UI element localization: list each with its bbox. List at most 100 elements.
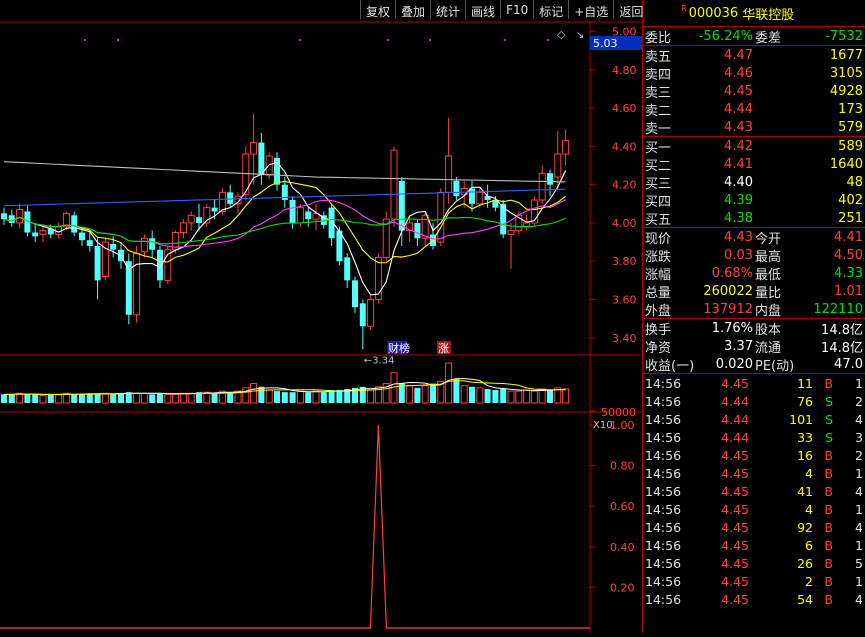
- tick-row[interactable]: 14:56 4.45 92 B 4: [643, 518, 865, 536]
- tick-time: 14:56: [645, 393, 682, 409]
- sell-price: 4.44: [724, 101, 753, 117]
- stat-row: 涨跌 0.03 最高 4.50: [643, 246, 865, 265]
- tick-row[interactable]: 14:56 4.45 11 B 1: [643, 374, 865, 392]
- candle-body: [305, 211, 312, 220]
- candle-body: [16, 209, 24, 224]
- tick-side: B: [824, 501, 833, 517]
- volume-bar: [172, 393, 180, 404]
- candle-body: [32, 232, 39, 237]
- toolbar-button-4[interactable]: F10: [500, 0, 533, 19]
- tick-row[interactable]: 14:56 4.45 41 B 4: [643, 482, 865, 500]
- candle-body: [507, 230, 515, 235]
- sell-volume: 4928: [829, 83, 863, 99]
- fundamental-row: 收益(一) 0.020 PE(动) 47.0: [643, 355, 865, 374]
- tick-volume: 4: [805, 465, 813, 481]
- stat-label: 现价: [645, 231, 672, 247]
- volume-bar: [281, 392, 288, 403]
- marker-dot: [504, 39, 506, 41]
- arrow-icon: ↘: [576, 30, 584, 41]
- toolbar-button-2[interactable]: 统计: [430, 0, 465, 19]
- toolbar-button-6[interactable]: +自选: [568, 0, 613, 19]
- volume-bar: [164, 393, 172, 404]
- y-axis-label: 4.00: [612, 217, 637, 230]
- low-price-label: ←3.34: [364, 355, 395, 366]
- tick-side: B: [824, 573, 833, 589]
- tick-row[interactable]: 14:56 4.45 4 B 1: [643, 500, 865, 518]
- candle-body: [538, 172, 546, 201]
- tick-price: 4.44: [721, 411, 749, 427]
- stat-value-2: 1.01: [834, 283, 863, 299]
- volume-bar: [289, 392, 296, 403]
- volume-bar: [367, 389, 375, 404]
- indicator-y-label: 0.80: [610, 460, 635, 473]
- tick-row[interactable]: 14:56 4.45 26 B 5: [643, 554, 865, 572]
- tick-volume: 92: [797, 519, 813, 535]
- marker-dot: [547, 39, 549, 41]
- tick-row[interactable]: 14:56 4.44 101 S 4: [643, 410, 865, 428]
- tick-time: 14:56: [645, 483, 682, 499]
- sell-orders: 卖五 4.47 1677 卖四 4.46 3105 卖三 4.45 4928 卖二 4.44 173 卖…: [643, 46, 865, 137]
- tick-row[interactable]: 14:56 4.45 16 B 2: [643, 446, 865, 464]
- buy-row: 买二 4.41 1640: [643, 155, 865, 174]
- candle-body: [179, 222, 187, 234]
- stock-name: 华联控股: [742, 7, 795, 23]
- volume-bar: [547, 390, 553, 403]
- marker-dot: [387, 39, 389, 41]
- volume-bar: [530, 390, 538, 404]
- kline-chart-area[interactable]: 5.00 4.80 4.60 4.40 4.20 4.00 3.80 3.60 3.40 5.03…: [0, 0, 642, 633]
- candle-body: [367, 299, 375, 327]
- volume-bar: [32, 394, 39, 403]
- candle-body: [71, 215, 78, 233]
- buy-price: 4.38: [724, 210, 753, 226]
- sell-label: 卖四: [645, 67, 672, 83]
- stock-header: R 000036 华联控股: [643, 0, 865, 27]
- toolbar-button-1[interactable]: 叠加: [395, 0, 430, 19]
- candle-body: [437, 191, 445, 243]
- sell-label: 卖一: [645, 121, 672, 137]
- tick-count: 5: [855, 555, 863, 571]
- sell-volume: 3105: [829, 65, 863, 81]
- volume-bar: [430, 383, 436, 403]
- tick-price: 4.44: [721, 429, 749, 445]
- tick-price: 4.45: [721, 555, 749, 571]
- toolbar-button-3[interactable]: 画线: [465, 0, 500, 19]
- fundamental-value: 1.76%: [711, 320, 753, 336]
- tick-time: 14:56: [645, 375, 682, 391]
- candle-body: [562, 140, 570, 155]
- marker-dot: [84, 39, 86, 41]
- toolbar-button-5[interactable]: 标记: [533, 0, 568, 19]
- fundamental-value-2: 14.8亿: [821, 340, 863, 356]
- volume-bar: [406, 385, 414, 404]
- tick-row[interactable]: 14:56 4.44 33 S 3: [643, 428, 865, 446]
- volume-bar: [140, 392, 148, 404]
- tick-row[interactable]: 14:56 4.45 54 B 4: [643, 590, 865, 608]
- tick-row[interactable]: 14:56 4.45 4 B 1: [643, 464, 865, 482]
- toolbar-button-7[interactable]: 返回: [613, 0, 648, 19]
- fundamental-label-2: 股本: [755, 322, 782, 338]
- toolbar-button-0[interactable]: 复权: [360, 0, 395, 19]
- tick-price: 4.45: [721, 447, 749, 463]
- r-mark: R: [681, 4, 687, 13]
- volume-bar: [39, 394, 47, 404]
- candle-body: [453, 180, 460, 197]
- tick-row[interactable]: 14:56 4.44 76 S 2: [643, 392, 865, 410]
- volume-bar: [265, 389, 273, 404]
- buy-volume: 589: [838, 138, 863, 154]
- candle-body: [258, 142, 265, 176]
- tick-count: 4: [855, 591, 863, 607]
- buy-row: 买五 4.38 251: [643, 209, 865, 228]
- volume-bar: [476, 387, 484, 404]
- sell-row: 卖五 4.47 1677: [643, 46, 865, 65]
- buy-volume: 1640: [829, 156, 863, 172]
- buy-label: 买五: [645, 212, 672, 228]
- fundamental-value: 3.37: [724, 338, 753, 354]
- tick-list[interactable]: 14:56 4.45 11 B 1 14:56 4.44 76 S 2 14:56 4.44 101 S 4…: [643, 374, 865, 608]
- tick-price: 4.45: [721, 537, 749, 553]
- buy-row: 买一 4.42 589: [643, 137, 865, 156]
- tick-row[interactable]: 14:56 4.45 2 B 1: [643, 572, 865, 590]
- tick-side: S: [825, 429, 833, 445]
- candle-body: [211, 207, 218, 212]
- kline-chart-svg[interactable]: 5.004.804.604.404.204.003.803.603.405.03…: [0, 0, 642, 633]
- tick-row[interactable]: 14:56 4.45 6 B 1: [643, 536, 865, 554]
- volume-bar: [414, 387, 421, 403]
